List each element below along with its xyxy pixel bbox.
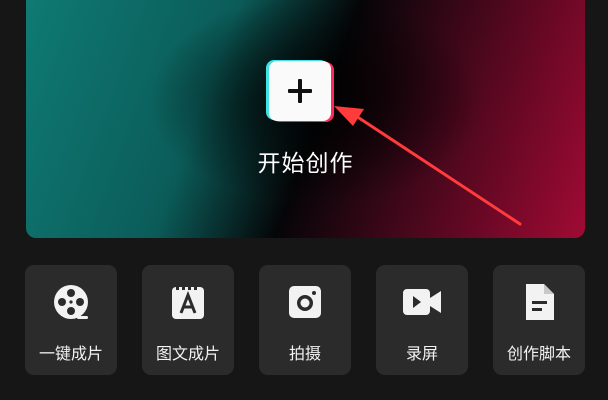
video-record-icon bbox=[402, 282, 442, 322]
tool-text-to-video[interactable]: 图文成片 bbox=[142, 265, 234, 375]
plus-icon bbox=[288, 79, 312, 103]
create-hero-banner[interactable]: 开始创作 bbox=[26, 0, 585, 238]
start-create-label: 开始创作 bbox=[257, 151, 354, 177]
camera-icon bbox=[285, 282, 325, 322]
tool-one-click-video[interactable]: 一键成片 bbox=[25, 265, 117, 375]
tool-label: 录屏 bbox=[405, 344, 438, 363]
text-image-icon bbox=[168, 282, 208, 322]
tool-label: 拍摄 bbox=[288, 344, 321, 363]
tool-label: 图文成片 bbox=[155, 344, 220, 363]
tool-camera[interactable]: 拍摄 bbox=[259, 265, 351, 375]
tool-creative-script[interactable]: 创作脚本 bbox=[493, 265, 585, 375]
tool-grid: 一键成片 图文成片 拍摄 录屏 创作脚本 bbox=[25, 265, 585, 375]
tool-label: 创作脚本 bbox=[506, 344, 571, 363]
tool-screen-record[interactable]: 录屏 bbox=[376, 265, 468, 375]
film-reel-icon bbox=[51, 282, 91, 322]
script-document-icon bbox=[519, 282, 559, 322]
start-create-button[interactable] bbox=[269, 61, 331, 121]
tool-label: 一键成片 bbox=[38, 344, 103, 363]
